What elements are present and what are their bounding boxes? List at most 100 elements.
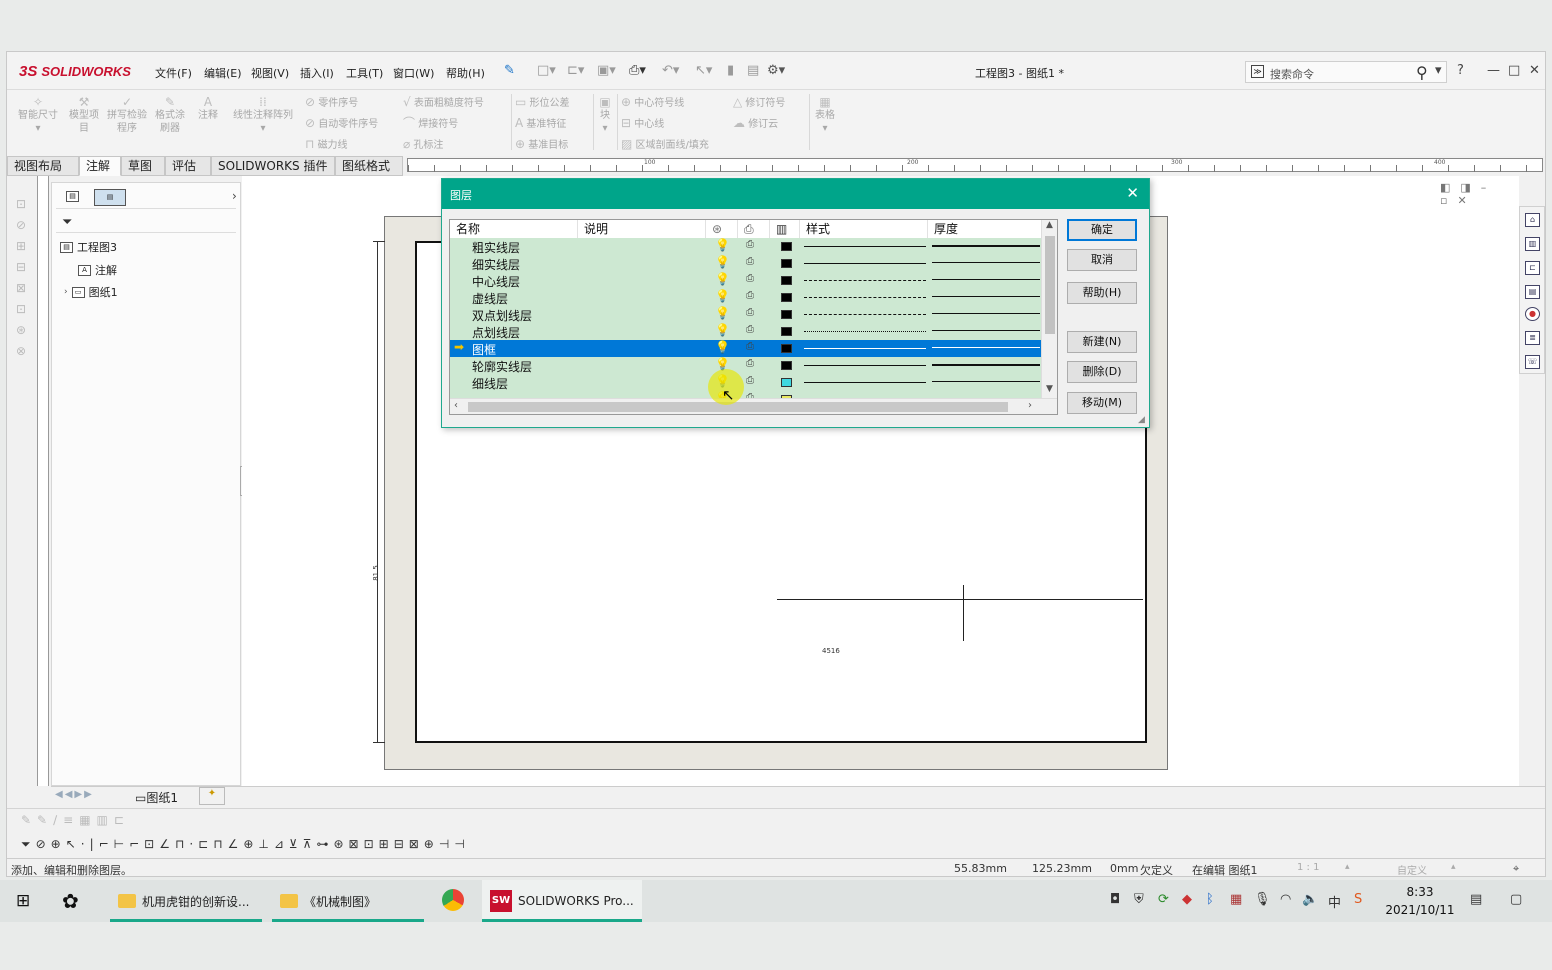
scroll-left-icon[interactable]: ‹: [454, 400, 458, 411]
notifications-icon[interactable]: ▤: [1470, 892, 1482, 907]
units-dropdown-icon[interactable]: ▴: [1451, 862, 1456, 872]
tray-camera-icon[interactable]: ◘: [1110, 892, 1120, 907]
appearances-icon[interactable]: ●: [1525, 307, 1540, 321]
layer-style-line[interactable]: [804, 263, 926, 264]
layer-row[interactable]: 粗实线层 💡 ⎙: [450, 238, 1041, 255]
layer-style-line[interactable]: [804, 382, 926, 383]
add-sheet-icon[interactable]: ✦: [199, 787, 225, 805]
layer-thickness-line[interactable]: [932, 347, 1040, 348]
tree-root[interactable]: ▤ 工程图3: [60, 239, 117, 255]
tree-filter[interactable]: ⏷: [56, 213, 236, 233]
show-desktop-icon[interactable]: ▢: [1510, 892, 1522, 907]
ime-indicator[interactable]: 中: [1328, 892, 1341, 911]
column-header-name[interactable]: 名称: [450, 220, 578, 238]
layer-name[interactable]: 双点划线层: [472, 307, 532, 324]
lightbulb-icon[interactable]: 💡: [715, 340, 730, 354]
column-header-visibility-icon[interactable]: ⊛: [706, 220, 738, 238]
layer-style-line[interactable]: [804, 280, 926, 281]
lightbulb-icon[interactable]: 💡: [715, 323, 730, 337]
file-props-icon[interactable]: ▤: [747, 63, 759, 78]
center-mark-button[interactable]: ⊕ 中心符号线: [621, 96, 709, 117]
options-gear-icon[interactable]: ⚙▾: [767, 63, 785, 78]
block-button[interactable]: ▣ 块 ▾: [597, 96, 613, 135]
design-library-icon[interactable]: ▥: [1525, 237, 1540, 251]
print-icon[interactable]: ⎙▾: [629, 63, 646, 78]
pin-icon[interactable]: ✎: [504, 63, 515, 78]
layer-color-swatch[interactable]: [781, 259, 792, 268]
status-scale[interactable]: 1 : 1: [1297, 862, 1319, 873]
layer-thickness-line[interactable]: [932, 296, 1040, 297]
tab-sheet-format[interactable]: 图纸格式: [335, 156, 403, 176]
menu-edit[interactable]: 编辑(E): [204, 65, 242, 81]
sogou-input-icon[interactable]: S: [1354, 892, 1362, 907]
volume-icon[interactable]: 🔈: [1302, 892, 1318, 907]
filter-icon[interactable]: ⏷: [62, 215, 72, 230]
layer-name[interactable]: 虚线层: [472, 290, 508, 307]
datum-feature-button[interactable]: A 基准特征: [515, 117, 570, 138]
home-icon[interactable]: ⌂: [1525, 213, 1540, 227]
printer-icon[interactable]: ⎙: [746, 375, 754, 386]
dialog-close-icon[interactable]: ✕: [1126, 184, 1139, 202]
resize-grip-icon[interactable]: ◢: [1138, 415, 1145, 425]
help-icon[interactable]: ?: [1457, 63, 1464, 78]
lightbulb-icon[interactable]: 💡: [715, 255, 730, 269]
lightbulb-icon[interactable]: 💡: [715, 238, 730, 252]
new-doc-icon[interactable]: □▾: [537, 63, 556, 78]
layer-name[interactable]: 点划线层: [472, 324, 520, 341]
scroll-thumb[interactable]: [1045, 236, 1055, 334]
layer-row[interactable]: 细线层💡⎙: [450, 374, 1041, 391]
layer-thickness-line[interactable]: [932, 313, 1040, 314]
layer-color-swatch[interactable]: [781, 378, 792, 387]
tray-security-icon[interactable]: ◆: [1182, 892, 1192, 907]
centerline-button[interactable]: ⊟ 中心线: [621, 117, 709, 138]
undo-icon[interactable]: ↶▾: [662, 63, 679, 78]
lightbulb-icon[interactable]: 💡: [715, 289, 730, 303]
layer-thickness-line[interactable]: [932, 364, 1040, 366]
tab-sketch[interactable]: 草图: [121, 156, 165, 176]
layer-name[interactable]: 粗实线层: [472, 239, 520, 256]
menu-insert[interactable]: 插入(I): [300, 65, 334, 81]
scale-dropdown-icon[interactable]: ▴: [1345, 862, 1350, 872]
vertical-scrollbar[interactable]: ▲ ▼: [1041, 220, 1057, 398]
property-manager-tab-icon[interactable]: ▤: [94, 189, 126, 206]
custom-properties-icon[interactable]: ≣: [1525, 331, 1540, 345]
expand-arrow-icon[interactable]: ›: [64, 287, 68, 297]
layer-name[interactable]: 细线层: [472, 375, 508, 392]
table-button[interactable]: ▦ 表格 ▾: [813, 96, 837, 135]
layer-thickness-line[interactable]: [932, 262, 1040, 263]
dimension-text[interactable]: 4516: [822, 647, 840, 655]
column-header-thickness[interactable]: 厚度: [928, 220, 1041, 238]
area-hatch-button[interactable]: ▨ 区域剖面线/填充: [621, 138, 709, 159]
printer-icon[interactable]: ⎙: [746, 239, 754, 250]
printer-icon[interactable]: ⎙: [746, 358, 754, 369]
chevron-right-icon[interactable]: ›: [232, 189, 237, 203]
note-button[interactable]: A 注释: [193, 96, 223, 122]
chrome-icon[interactable]: [442, 889, 464, 911]
help-button[interactable]: 帮助(H): [1067, 282, 1137, 304]
menu-help[interactable]: 帮助(H): [446, 65, 485, 81]
layer-style-line[interactable]: [804, 365, 926, 366]
model-items-button[interactable]: ⚒ 模型项目: [65, 96, 103, 135]
printer-icon[interactable]: ⎙: [746, 290, 754, 301]
balloon-button[interactable]: ⊘ 零件序号: [305, 96, 378, 117]
taskbar-app-explorer-1[interactable]: 机用虎钳的创新设...: [110, 880, 262, 922]
layer-color-swatch[interactable]: [781, 276, 792, 285]
dialog-title-bar[interactable]: 图层 ✕: [442, 179, 1149, 209]
tray-sync-icon[interactable]: ⟳: [1158, 892, 1169, 907]
line-format-toolbar[interactable]: ✎✎∕≡▦▥⊏: [21, 813, 130, 827]
column-header-color-icon[interactable]: ▥: [770, 220, 800, 238]
layer-color-swatch[interactable]: [781, 344, 792, 353]
search-commands[interactable]: ≫ 搜索命令 ⚲: [1245, 61, 1447, 83]
column-header-description[interactable]: 说明: [578, 220, 706, 238]
tray-shield-icon[interactable]: ⛨: [1134, 892, 1144, 907]
layer-thickness-line[interactable]: [932, 330, 1040, 331]
menu-window[interactable]: 窗口(W): [393, 65, 434, 81]
sheet-nav-arrows[interactable]: ◀◀▶▶: [55, 789, 94, 800]
geometric-tolerance-button[interactable]: ▭ 形位公差: [515, 96, 570, 117]
weld-symbol-button[interactable]: ⌒ 焊接符号: [403, 117, 484, 138]
feature-manager-tab-icon[interactable]: ▤: [66, 191, 79, 202]
file-explorer-icon[interactable]: ⊏: [1525, 261, 1540, 275]
layer-style-line[interactable]: [804, 246, 926, 247]
printer-icon[interactable]: ⎙: [746, 324, 754, 335]
format-painter-button[interactable]: ✎ 格式涂刷器: [151, 96, 189, 135]
